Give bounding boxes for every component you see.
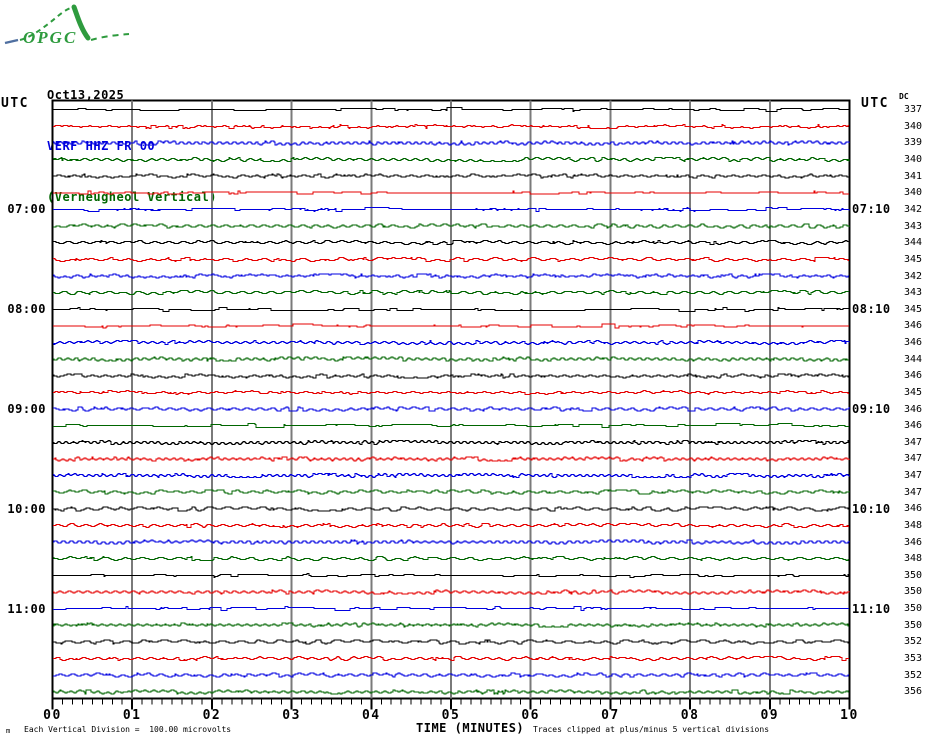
x-tick-label: 07 bbox=[601, 708, 620, 723]
dc-value: 340 bbox=[904, 187, 923, 199]
dc-value: 340 bbox=[904, 154, 923, 166]
dc-value: 348 bbox=[904, 553, 923, 565]
dc-value: 345 bbox=[904, 386, 923, 398]
dc-value: 356 bbox=[904, 686, 923, 698]
x-tick-label: 08 bbox=[680, 708, 700, 723]
x-tick-label: 04 bbox=[361, 708, 381, 723]
x-tick-label: 10 bbox=[840, 708, 859, 723]
scale-note: Each Vertical Division = 100.00 microvol… bbox=[24, 725, 232, 734]
dc-value: 348 bbox=[904, 519, 923, 531]
clip-note: Traces clipped at plus/minus 5 vertical … bbox=[533, 725, 770, 734]
dc-value: 342 bbox=[904, 270, 923, 282]
left-time-label: 11:00 bbox=[7, 601, 46, 616]
x-axis-title: TIME (MINUTES) bbox=[416, 721, 525, 735]
x-tick-label: 02 bbox=[202, 708, 222, 723]
dc-value: 345 bbox=[904, 303, 923, 315]
dc-value: 347 bbox=[904, 453, 923, 465]
dc-value: 353 bbox=[904, 652, 923, 664]
dc-value: 346 bbox=[904, 420, 923, 432]
dc-value: 343 bbox=[904, 287, 923, 299]
x-tick-label: 00 bbox=[43, 708, 62, 723]
x-tick-label: 01 bbox=[122, 708, 142, 723]
dc-value: 350 bbox=[904, 603, 923, 615]
dc-value: 346 bbox=[904, 503, 923, 515]
dc-value: 350 bbox=[904, 586, 923, 598]
dc-value: 346 bbox=[904, 403, 923, 415]
left-time-label: 08:00 bbox=[7, 302, 46, 317]
x-tick-label: 03 bbox=[282, 708, 301, 723]
dc-value: 347 bbox=[904, 436, 923, 448]
dc-value: 344 bbox=[904, 237, 923, 249]
right-time-label: 11:10 bbox=[852, 601, 891, 616]
left-time-label: 10:00 bbox=[7, 501, 46, 516]
dc-value: 340 bbox=[904, 120, 923, 132]
x-tick-label: 09 bbox=[760, 708, 780, 723]
dc-value: 347 bbox=[904, 486, 923, 498]
dc-value: 350 bbox=[904, 619, 923, 631]
scale-note-marker: m bbox=[6, 727, 11, 735]
dc-value: 339 bbox=[904, 137, 923, 149]
x-tick-label: 06 bbox=[521, 708, 541, 723]
dc-value: 342 bbox=[904, 203, 923, 215]
dc-value: 344 bbox=[904, 353, 923, 365]
helicorder-plot bbox=[51, 99, 851, 710]
dc-value: 345 bbox=[904, 253, 923, 265]
dc-value: 346 bbox=[904, 320, 923, 332]
dc-value: 352 bbox=[904, 636, 923, 648]
right-time-label: 10:10 bbox=[852, 501, 891, 516]
right-time-label: 08:10 bbox=[852, 302, 891, 317]
dc-value: 347 bbox=[904, 470, 923, 482]
dc-value: 346 bbox=[904, 337, 923, 349]
helicorder-screen: OPGC Oct13,2025 VERF HHZ FR 00 (Verneugh… bbox=[0, 0, 930, 744]
right-time-label: 09:10 bbox=[852, 402, 891, 417]
dc-value: 337 bbox=[904, 104, 923, 116]
dc-value: 352 bbox=[904, 669, 923, 681]
dc-value: 346 bbox=[904, 370, 923, 382]
right-time-label: 07:10 bbox=[852, 202, 891, 217]
left-time-label: 09:00 bbox=[7, 402, 46, 417]
seismogram-trace bbox=[53, 290, 849, 296]
x-tick-label: 05 bbox=[441, 708, 461, 723]
dc-value: 346 bbox=[904, 536, 923, 548]
dc-value: 341 bbox=[904, 170, 923, 182]
left-time-label: 07:00 bbox=[7, 202, 46, 217]
dc-value: 350 bbox=[904, 569, 923, 581]
dc-value: 343 bbox=[904, 220, 923, 232]
